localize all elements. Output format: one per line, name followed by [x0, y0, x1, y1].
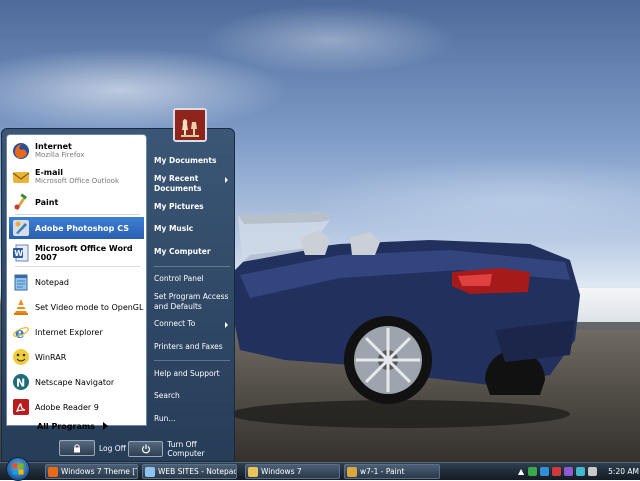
- arrow-right-icon: [102, 422, 108, 430]
- taskbar-button-paint[interactable]: w7-1 - Paint: [344, 464, 440, 479]
- notepad-icon: [145, 466, 155, 477]
- log-off-button[interactable]: Log Off: [59, 440, 126, 456]
- winrar-icon: [12, 348, 30, 366]
- start-item-title: WinRAR: [35, 352, 67, 362]
- place-my-music[interactable]: My Music: [154, 224, 232, 234]
- chess-pieces-icon: [175, 110, 205, 140]
- svg-text:N: N: [16, 377, 25, 390]
- taskbar-button-label: w7-1 - Paint: [360, 467, 405, 476]
- folder-icon: [248, 466, 258, 477]
- antivirus-icon[interactable]: [552, 467, 562, 476]
- taskbar-button-folder[interactable]: Windows 7: [245, 464, 340, 479]
- volume-icon[interactable]: [588, 467, 598, 476]
- start-item-internet-explorer[interactable]: e Internet Explorer: [9, 321, 144, 343]
- svg-text:W: W: [14, 249, 23, 258]
- menu-separator: [15, 214, 140, 215]
- place-run[interactable]: Run...: [154, 414, 232, 424]
- start-item-email[interactable]: E-mail Microsoft Office Outlook: [9, 165, 144, 189]
- start-item-title: Notepad: [35, 277, 69, 287]
- place-my-pictures[interactable]: My Pictures: [154, 202, 232, 212]
- all-programs-button[interactable]: All Programs: [7, 416, 142, 436]
- update-icon[interactable]: [576, 467, 586, 476]
- vlc-icon: [12, 298, 30, 316]
- start-item-title: Internet Explorer: [35, 327, 103, 337]
- start-menu-footer: Log Off Turn Off Computer: [1, 434, 235, 462]
- menu-separator: [154, 266, 230, 267]
- log-off-label: Log Off: [99, 443, 126, 453]
- windows-logo-icon: [12, 463, 24, 475]
- ie-icon: e: [12, 323, 30, 341]
- user-picture[interactable]: [173, 108, 207, 142]
- start-item-title: Microsoft Office Word 2007: [35, 244, 133, 262]
- start-item-subtitle: Mozilla Firefox: [35, 151, 85, 159]
- place-label: My Recent Documents: [154, 174, 202, 193]
- place-connect-to[interactable]: Connect To: [154, 319, 232, 329]
- wallpaper-car: [230, 212, 580, 428]
- turn-off-button[interactable]: Turn Off Computer: [128, 440, 235, 458]
- taskbar-button-label: WEB SITES - Notepad: [158, 467, 237, 476]
- start-item-title: Netscape Navigator: [35, 377, 115, 387]
- taskbar-button-firefox[interactable]: Windows 7 Theme [T...: [45, 464, 138, 479]
- place-my-computer[interactable]: My Computer: [154, 247, 232, 257]
- tray-arrow-icon[interactable]: ▲: [518, 467, 524, 476]
- network-icon[interactable]: [528, 467, 538, 476]
- menu-separator: [154, 360, 230, 361]
- place-my-documents[interactable]: My Documents: [154, 156, 232, 166]
- start-item-subtitle: Microsoft Office Outlook: [35, 177, 119, 185]
- start-item-title: Internet: [35, 142, 72, 151]
- start-item-notepad[interactable]: Notepad: [9, 271, 144, 293]
- power-icon: [128, 441, 164, 457]
- netscape-icon: N: [12, 373, 30, 391]
- start-item-photoshop[interactable]: Adobe Photoshop CS: [9, 217, 144, 239]
- taskbar-button-notepad[interactable]: WEB SITES - Notepad: [142, 464, 237, 479]
- start-item-title: E-mail: [35, 168, 64, 177]
- place-control-panel[interactable]: Control Panel: [154, 274, 232, 284]
- taskbar-button-label: Windows 7 Theme [T...: [61, 467, 138, 476]
- start-item-internet[interactable]: Internet Mozilla Firefox: [9, 139, 144, 163]
- taskbar: Windows 7 Theme [T... WEB SITES - Notepa…: [0, 457, 640, 481]
- start-menu: Internet Mozilla Firefox E-mail Microsof…: [1, 108, 235, 462]
- photoshop-icon: [12, 219, 30, 237]
- messenger-icon[interactable]: [540, 467, 550, 476]
- place-search[interactable]: Search: [154, 391, 232, 401]
- start-item-paint[interactable]: Paint: [9, 191, 144, 213]
- svg-text:e: e: [15, 324, 25, 341]
- start-menu-program-list: Internet Mozilla Firefox E-mail Microsof…: [6, 134, 147, 426]
- paint-icon: [347, 466, 357, 477]
- start-item-netscape[interactable]: N Netscape Navigator: [9, 371, 144, 393]
- app-tray-icon[interactable]: [564, 467, 574, 476]
- firefox-icon: [12, 142, 30, 160]
- firefox-icon: [48, 466, 58, 477]
- adobe-reader-icon: [12, 398, 30, 416]
- word-icon: W: [12, 244, 30, 262]
- system-tray: ▲ 5:20 AM: [518, 464, 640, 479]
- place-my-recent-documents[interactable]: My Recent Documents: [154, 174, 232, 194]
- start-item-adobe-reader[interactable]: Adobe Reader 9: [9, 396, 144, 418]
- turn-off-label: Turn Off Computer: [167, 440, 205, 458]
- outlook-icon: [12, 168, 30, 186]
- start-item-title: Adobe Reader 9: [35, 402, 99, 412]
- taskbar-button-label: Windows 7: [261, 467, 302, 476]
- notepad-icon: [12, 273, 30, 291]
- start-menu-places: My Documents My Recent Documents My Pict…: [150, 148, 234, 428]
- start-item-opengl[interactable]: Set Video mode to OpenGL: [9, 296, 144, 318]
- place-set-program-access[interactable]: Set Program Access and Defaults: [154, 292, 232, 312]
- submenu-arrow-icon: [225, 322, 228, 328]
- place-printers-and-faxes[interactable]: Printers and Faxes: [154, 342, 232, 352]
- all-programs-label: All Programs: [37, 421, 95, 431]
- place-help-and-support[interactable]: Help and Support: [154, 369, 232, 379]
- lock-icon: [59, 440, 95, 456]
- place-label: Connect To: [154, 319, 196, 328]
- submenu-arrow-icon: [225, 177, 228, 183]
- clock[interactable]: 5:20 AM: [608, 467, 639, 476]
- start-button[interactable]: [6, 457, 30, 481]
- start-item-word[interactable]: W Microsoft Office Word 2007: [9, 242, 144, 264]
- start-item-winrar[interactable]: WinRAR: [9, 346, 144, 368]
- menu-separator: [15, 266, 140, 267]
- start-item-title: Adobe Photoshop CS: [35, 223, 129, 233]
- start-item-title: Set Video mode to OpenGL: [35, 302, 144, 312]
- start-item-title: Paint: [35, 197, 59, 207]
- paint-icon: [12, 193, 30, 211]
